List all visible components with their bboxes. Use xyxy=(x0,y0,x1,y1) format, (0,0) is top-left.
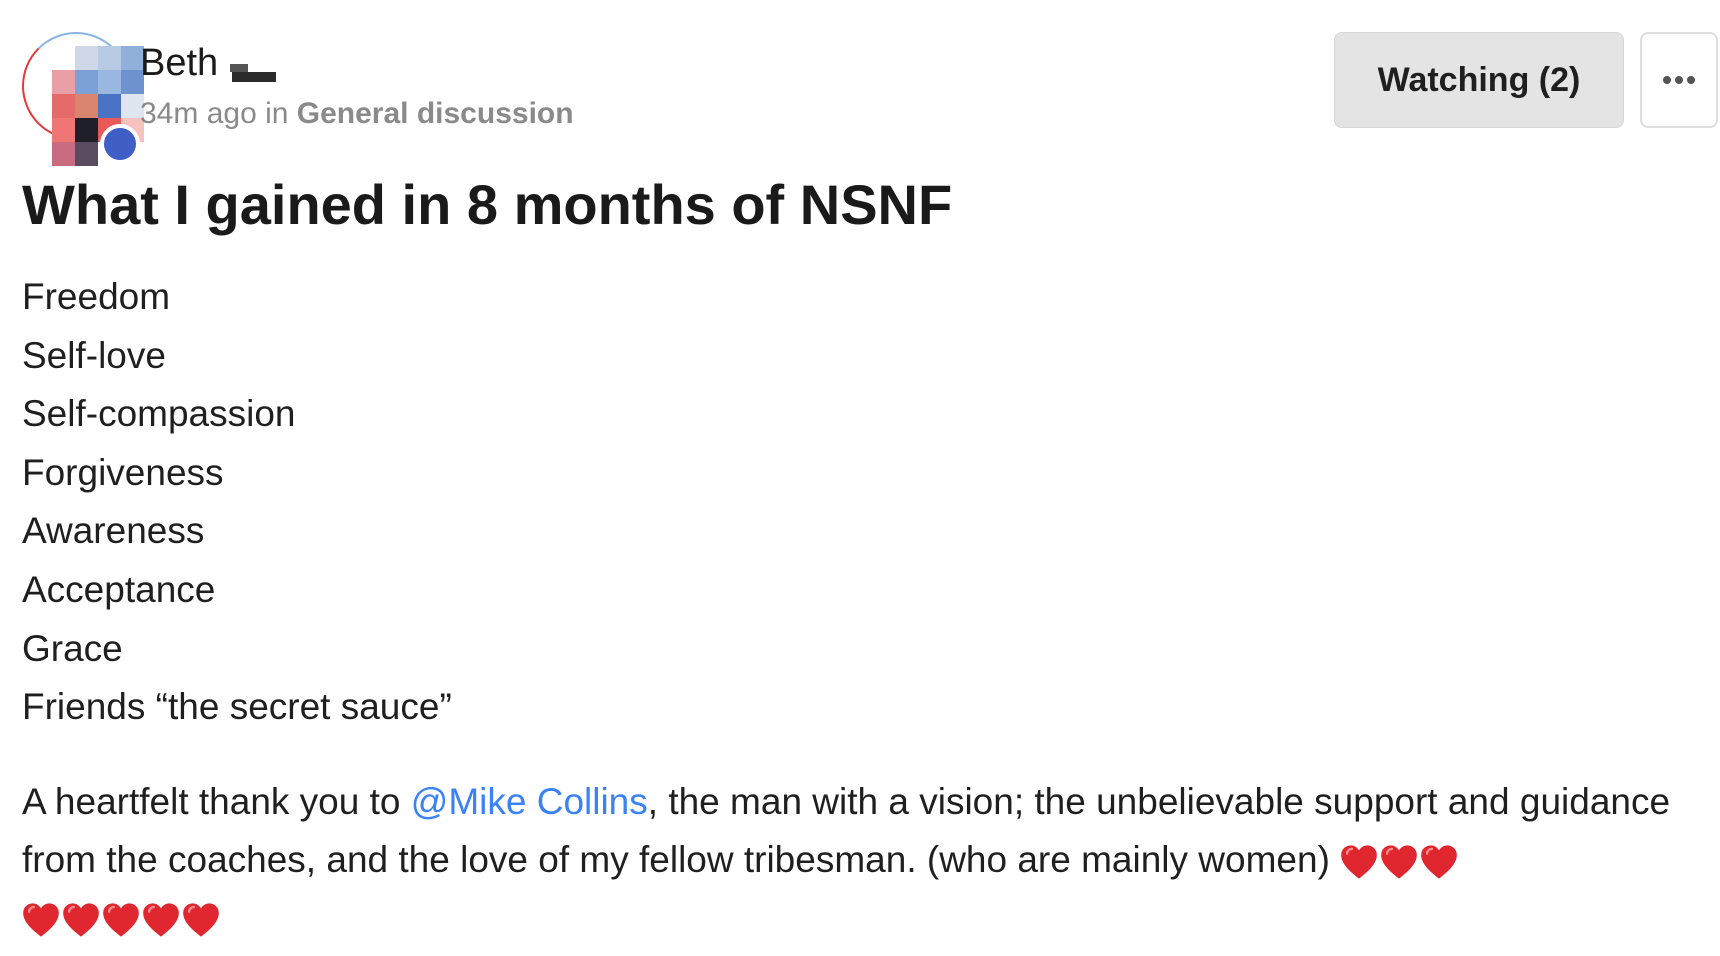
post-meta: 34m ago in General discussion xyxy=(140,94,574,134)
red-heart-icon xyxy=(1420,844,1458,880)
red-heart-icon xyxy=(22,902,60,938)
red-heart-icon xyxy=(182,902,220,938)
list-item: Acceptance xyxy=(22,568,216,610)
list-item: Awareness xyxy=(22,510,205,552)
post-time[interactable]: 34m ago xyxy=(140,97,257,130)
red-heart-icon xyxy=(1380,844,1418,880)
post-title: What I gained in 8 months of NSNF xyxy=(22,173,953,236)
list-item: Self-love xyxy=(22,334,166,376)
ellipsis-icon xyxy=(1662,75,1696,85)
hearts-group xyxy=(1340,844,1458,880)
mention-link[interactable]: @Mike Collins xyxy=(411,781,648,822)
red-heart-icon xyxy=(142,902,180,938)
redaction-mark xyxy=(230,64,248,72)
thanks-text: A heartfelt thank you to xyxy=(22,781,411,822)
red-heart-icon xyxy=(62,902,100,938)
list-item: Freedom xyxy=(22,276,171,317)
list-item: Friends “the secret sauce” xyxy=(22,686,452,728)
gains-list: Freedom Self-love Self-compassion Forgiv… xyxy=(22,268,452,737)
meta-in: in xyxy=(256,97,297,130)
author-avatar[interactable] xyxy=(22,32,144,166)
thanks-paragraph: A heartfelt thank you to @Mike Collins, … xyxy=(22,773,1712,947)
hearts-group xyxy=(22,902,220,938)
red-heart-icon xyxy=(102,902,140,938)
watching-button[interactable]: Watching (2) xyxy=(1334,32,1624,128)
red-heart-icon xyxy=(1340,844,1378,880)
more-options-button[interactable] xyxy=(1640,32,1718,128)
list-item: Grace xyxy=(22,627,123,669)
redaction-mark xyxy=(232,72,276,82)
avatar-status-badge xyxy=(100,124,140,164)
list-item: Self-compassion xyxy=(22,393,296,435)
list-item: Forgiveness xyxy=(22,451,224,493)
post-header: Beth 34m ago in General discussion Watch… xyxy=(0,0,1720,166)
group-link[interactable]: General discussion xyxy=(297,97,574,130)
author-name[interactable]: Beth xyxy=(140,38,218,88)
